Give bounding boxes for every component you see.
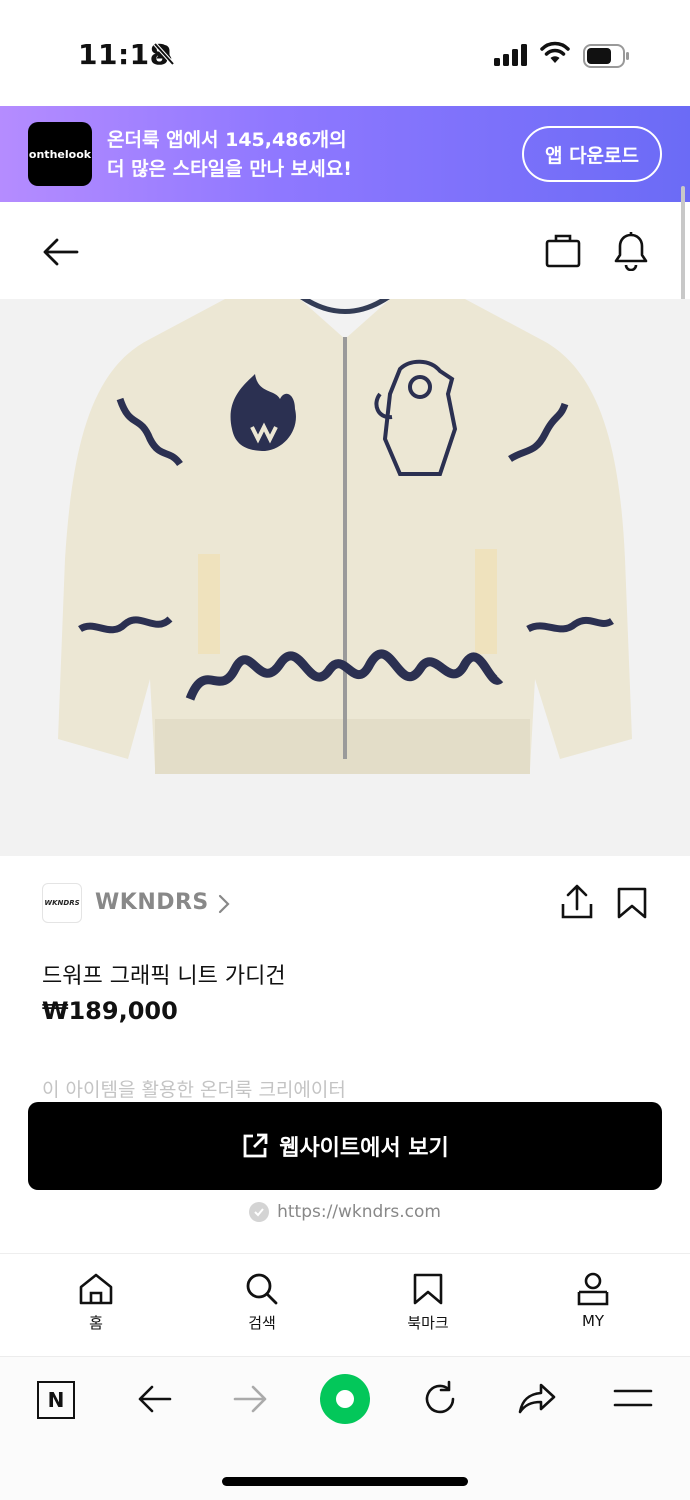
- home-icon: [79, 1273, 113, 1305]
- bookmark-icon[interactable]: [616, 886, 648, 920]
- bookmark-tab-icon: [413, 1273, 443, 1305]
- browser-back-icon[interactable]: [137, 1379, 173, 1419]
- tab-my[interactable]: MY: [543, 1272, 643, 1330]
- chevron-right-icon: [218, 894, 230, 914]
- tab-search[interactable]: 검색: [212, 1272, 312, 1333]
- brand-name-link[interactable]: WKNDRS: [95, 890, 209, 915]
- browser-forward-icon[interactable]: [232, 1379, 268, 1419]
- cellular-signal-icon: [494, 44, 527, 66]
- home-indicator: [222, 1477, 468, 1486]
- search-icon: [246, 1273, 278, 1305]
- tab-label-search: 검색: [248, 1314, 276, 1332]
- app-promo-banner[interactable]: onthelook 온더룩 앱에서 145,486개의 더 많은 스타일을 만나…: [0, 106, 690, 202]
- browser-green-dot-icon[interactable]: [319, 1373, 371, 1425]
- browser-share-icon[interactable]: [517, 1379, 557, 1419]
- view-on-website-label: 웹사이트에서 보기: [279, 1136, 449, 1161]
- notification-bell-icon[interactable]: [612, 231, 650, 271]
- onthelook-logo: onthelook: [28, 122, 92, 186]
- browser-home-button[interactable]: N: [37, 1381, 75, 1419]
- shopping-bag-icon[interactable]: [544, 231, 582, 269]
- wifi-icon: [540, 41, 570, 63]
- browser-refresh-icon[interactable]: [421, 1379, 459, 1419]
- cardigan-illustration: [58, 299, 632, 774]
- product-image[interactable]: [0, 299, 690, 856]
- bottom-tab-bar: 홈 검색 북마크 MY: [0, 1253, 690, 1356]
- promo-line-2: 더 많은 스타일을 만나 보세요!: [107, 158, 352, 180]
- tab-home[interactable]: 홈: [46, 1272, 146, 1333]
- back-arrow-icon[interactable]: [40, 232, 80, 272]
- status-bar: 11:18: [0, 0, 690, 106]
- browser-menu-icon[interactable]: [613, 1387, 653, 1411]
- user-icon: [577, 1272, 609, 1306]
- tab-bookmark[interactable]: 북마크: [378, 1272, 478, 1333]
- website-url-row: https://wkndrs.com: [0, 1202, 690, 1222]
- bell-off-icon: [153, 42, 175, 66]
- website-url: https://wkndrs.com: [277, 1202, 441, 1222]
- app-download-button[interactable]: 앱 다운로드: [522, 126, 662, 182]
- external-link-icon: [243, 1133, 268, 1158]
- promo-text: 온더룩 앱에서 145,486개의 더 많은 스타일을 만나 보세요!: [107, 126, 352, 184]
- view-on-website-button[interactable]: 웹사이트에서 보기: [28, 1102, 662, 1190]
- tab-label-home: 홈: [89, 1314, 103, 1332]
- share-icon[interactable]: [560, 884, 594, 920]
- battery-icon: [583, 44, 629, 68]
- creator-section-label: 이 아이템을 활용한 온더룩 크리에이터: [42, 1079, 346, 1101]
- check-icon: [249, 1202, 270, 1222]
- product-name: 드워프 그래픽 니트 가디건: [42, 964, 286, 989]
- product-price: ₩189,000: [42, 997, 178, 1025]
- brand-logo[interactable]: WKNDRS: [42, 883, 82, 923]
- tab-label-my: MY: [581, 1312, 605, 1330]
- top-nav: [0, 202, 690, 299]
- tab-label-bookmark: 북마크: [407, 1314, 449, 1332]
- promo-line-1: 온더룩 앱에서 145,486개의: [107, 129, 347, 151]
